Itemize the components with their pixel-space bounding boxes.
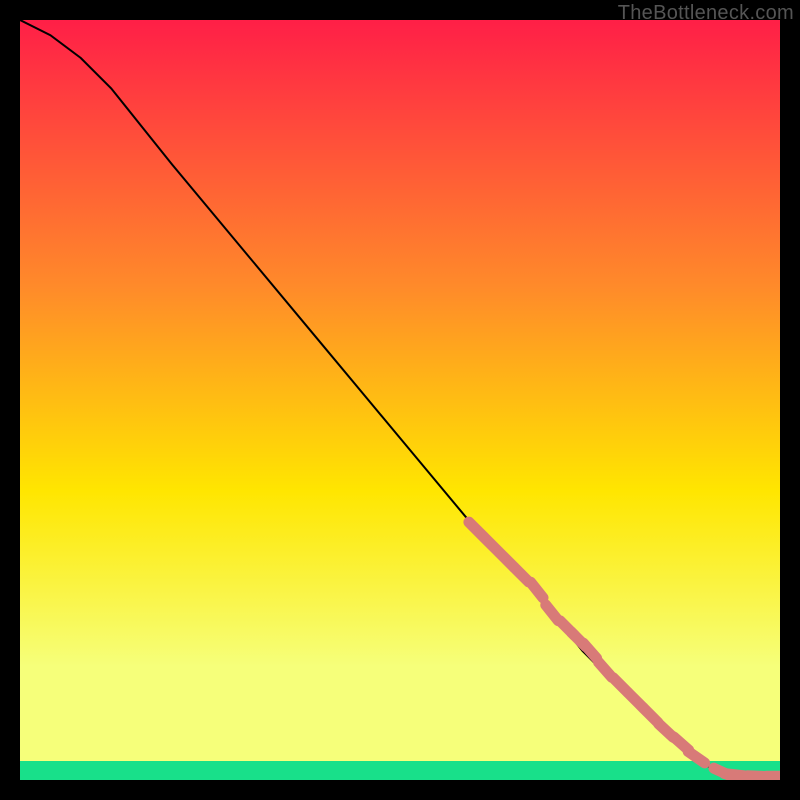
data-marker xyxy=(725,774,745,776)
bottleneck-chart xyxy=(20,20,780,780)
gradient-background xyxy=(20,20,780,780)
chart-frame: TheBottleneck.com xyxy=(0,0,800,800)
